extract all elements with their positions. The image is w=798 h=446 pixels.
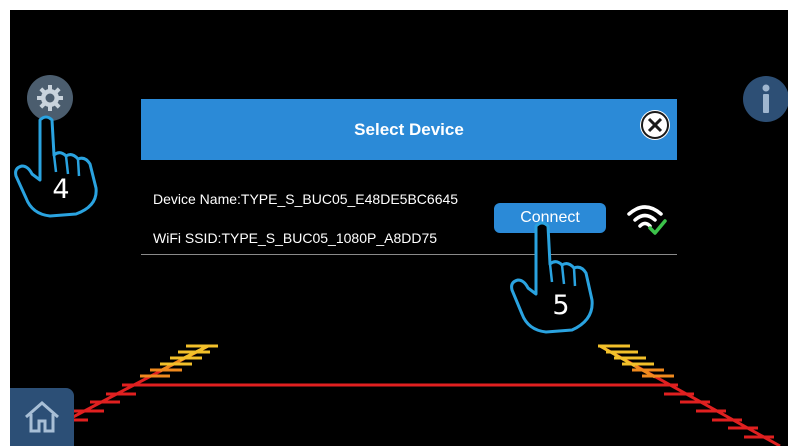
callout-number-5: 5 [552, 290, 570, 321]
callout-number-4: 4 [52, 174, 70, 205]
info-button[interactable] [743, 76, 788, 122]
close-icon [641, 111, 669, 139]
info-icon [762, 84, 770, 113]
callout-step-5: 5 [500, 220, 600, 340]
close-button[interactable] [640, 110, 670, 140]
home-button[interactable] [10, 388, 74, 446]
callout-step-4: 4 [10, 110, 110, 220]
device-name-text: Device Name:TYPE_S_BUC05_E48DE5BC6645 [153, 191, 459, 207]
camera-view: Select Device Device Name:TYPE_S_BUC05_E… [10, 10, 788, 446]
dialog-title: Select Device [354, 120, 464, 139]
wifi-ssid-text: WiFi SSID:TYPE_S_BUC05_1080P_A8DD75 [153, 230, 438, 246]
pointing-hand-icon [510, 221, 594, 334]
home-icon [25, 401, 59, 433]
gear-icon [37, 85, 63, 111]
wifi-connected-icon [627, 205, 667, 235]
